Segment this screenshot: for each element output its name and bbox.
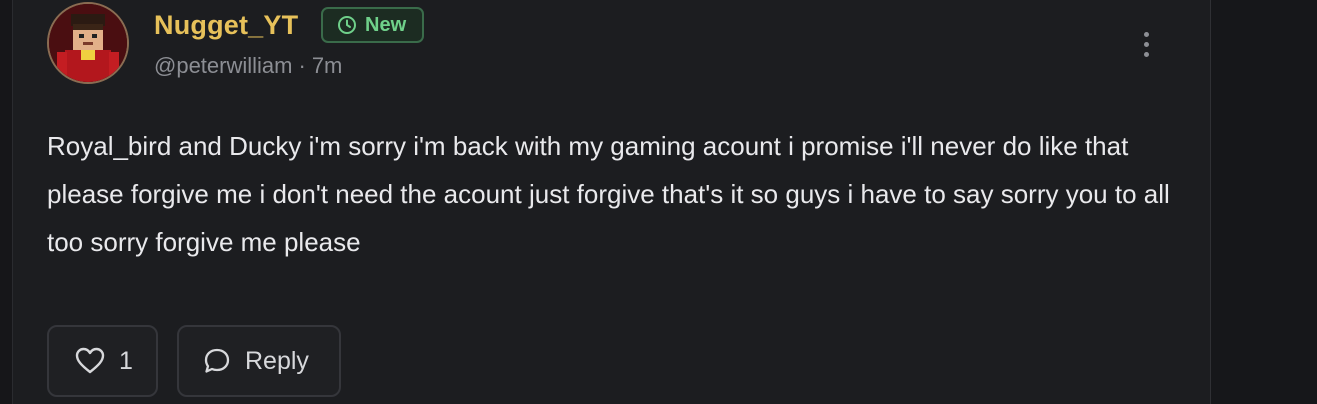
reply-button[interactable]: Reply [177,325,341,397]
post-timestamp: 7m [311,53,343,78]
badge-label: New [365,13,407,36]
clock-icon [338,16,356,34]
kebab-dot [1143,51,1149,57]
more-options-button[interactable] [1132,28,1160,60]
kebab-menu-icon [1143,31,1149,37]
new-badge: New [321,7,425,43]
meta-separator: · [298,53,306,78]
author-handle[interactable]: @peterwilliam [154,53,292,79]
reply-label: Reply [245,346,309,375]
avatar[interactable] [47,2,129,84]
author-meta: @peterwilliam · 7m [154,53,342,79]
heart-icon [75,347,105,374]
speech-bubble-icon [204,348,230,373]
post-card: Nugget_YT New @peterwilliam · 7m Royal_b… [0,0,1317,404]
like-count: 1 [119,346,133,375]
post-body: Royal_bird and Ducky i'm sorry i'm back … [47,131,1170,257]
like-button[interactable]: 1 [47,325,158,397]
right-panel-edge [1210,0,1317,404]
avatar-image [49,4,127,82]
kebab-dot [1143,41,1149,47]
left-divider [0,0,13,404]
author-name[interactable]: Nugget_YT [154,10,298,41]
